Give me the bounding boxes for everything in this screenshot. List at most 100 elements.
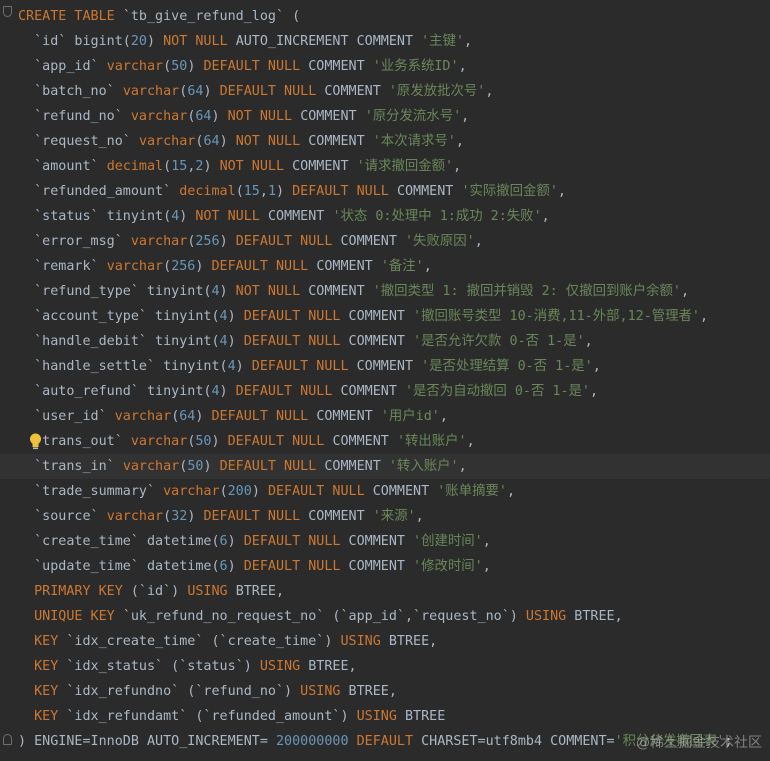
- code-editor[interactable]: ) ENGINE=InnoDB AUTO_INCREMENT= 20000000…: [0, 0, 770, 761]
- code-token: ,: [423, 259, 432, 274]
- number-token: 64: [195, 109, 212, 124]
- code-line[interactable]: `source` varchar(32) DEFAULT NULL COMMEN…: [0, 504, 770, 529]
- code-token: (`id`): [130, 584, 188, 599]
- code-token: `refunded_amount`: [18, 184, 180, 199]
- number-token: 20: [130, 34, 147, 49]
- keyword-token: varchar: [138, 134, 196, 149]
- keyword-token: USING: [259, 659, 309, 674]
- code-line[interactable]: `request_no` varchar(64) NOT NULL COMMEN…: [0, 129, 770, 154]
- keyword-token: DEFAULT NULL: [203, 59, 309, 74]
- keyword-token: USING: [356, 709, 405, 724]
- code-token: BTREE: [404, 709, 446, 724]
- code-line[interactable]: `user_id` varchar(64) DEFAULT NULL COMME…: [0, 404, 770, 429]
- code-line[interactable]: UNIQUE KEY `uk_refund_no_request_no` (`a…: [0, 604, 770, 629]
- code-token: ,: [464, 34, 473, 49]
- code-token: ,: [466, 434, 475, 449]
- code-token: COMMENT: [316, 259, 381, 274]
- keyword-token: DEFAULT NULL: [267, 484, 373, 499]
- fold-marker-end-icon[interactable]: [3, 734, 12, 745]
- keyword-token: DEFAULT NULL: [243, 309, 349, 324]
- code-token: COMMENT: [324, 459, 389, 474]
- keyword-token: DEFAULT NULL: [243, 334, 349, 349]
- code-token: `create_time` datetime(: [18, 534, 220, 549]
- code-token: ,: [700, 309, 709, 324]
- keyword-token: USING: [525, 609, 575, 624]
- code-token: COMMENT: [292, 159, 357, 174]
- number-token: 50: [171, 59, 188, 74]
- code-token: ): [195, 409, 212, 424]
- code-line[interactable]: PRIMARY KEY (`id`) USING BTREE,: [0, 579, 770, 604]
- code-line[interactable]: `trans_in` varchar(50) DEFAULT NULL COMM…: [0, 454, 770, 479]
- code-line[interactable]: `status` tinyint(4) NOT NULL COMMENT '状态…: [0, 204, 770, 229]
- code-line[interactable]: KEY `idx_refundno` (`refund_no`) USING B…: [0, 679, 770, 704]
- code-token: COMMENT: [308, 509, 373, 524]
- code-line[interactable]: `trade_summary` varchar(200) DEFAULT NUL…: [0, 479, 770, 504]
- keyword-token: varchar: [163, 484, 220, 499]
- lightbulb-icon[interactable]: [29, 433, 42, 450]
- code-line[interactable]: `app_id` varchar(50) DEFAULT NULL COMMEN…: [0, 54, 770, 79]
- code-token: `auto_refund` tinyint(: [18, 384, 212, 399]
- code-token: COMMENT: [348, 309, 414, 324]
- code-line[interactable]: `handle_debit` tinyint(4) DEFAULT NULL C…: [0, 329, 770, 354]
- code-token: COMMENT: [372, 484, 438, 499]
- code-line[interactable]: `refund_no` varchar(64) NOT NULL COMMENT…: [0, 104, 770, 129]
- code-token: ): [227, 559, 244, 574]
- code-line[interactable]: `remark` varchar(256) DEFAULT NULL COMME…: [0, 254, 770, 279]
- keyword-token: NOT NULL: [227, 109, 301, 124]
- number-token: 64: [203, 134, 220, 149]
- code-token: ,: [461, 109, 470, 124]
- code-line[interactable]: `update_time` datetime(6) DEFAULT NULL C…: [0, 554, 770, 579]
- code-token: `idx_refundamt` (`refunded_amount`): [66, 709, 357, 724]
- string-token: '备注': [380, 259, 424, 274]
- code-line[interactable]: KEY `idx_refundamt` (`refunded_amount`) …: [0, 704, 770, 729]
- code-token: ): [251, 484, 268, 499]
- number-token: 32: [171, 509, 188, 524]
- string-token: '来源': [372, 509, 416, 524]
- keyword-token: varchar: [130, 234, 188, 249]
- code-token: ,: [439, 409, 448, 424]
- code-line[interactable]: `handle_settle` tinyint(4) DEFAULT NULL …: [0, 354, 770, 379]
- code-token: ): [276, 184, 293, 199]
- fold-marker-icon[interactable]: [3, 6, 12, 17]
- code-line[interactable]: `auto_refund` tinyint(4) DEFAULT NULL CO…: [0, 379, 770, 404]
- code-token: (: [163, 159, 172, 174]
- string-token: '主键': [421, 34, 465, 49]
- keyword-token: DEFAULT NULL: [292, 184, 397, 199]
- number-token: 15: [243, 184, 260, 199]
- code-token: `update_time` datetime(: [18, 559, 220, 574]
- code-token: `request_no`: [18, 134, 139, 149]
- code-line[interactable]: `refunded_amount` decimal(15,1) DEFAULT …: [0, 179, 770, 204]
- code-line[interactable]: `error_msg` varchar(256) DEFAULT NULL CO…: [0, 229, 770, 254]
- code-token: `refund_type` tinyint(: [18, 284, 212, 299]
- code-line[interactable]: `amount` decimal(15,2) NOT NULL COMMENT …: [0, 154, 770, 179]
- code-line[interactable]: `create_time` datetime(6) DEFAULT NULL C…: [0, 529, 770, 554]
- code-token: COMMENT: [316, 409, 381, 424]
- code-line[interactable]: KEY `idx_status` (`status`) USING BTREE,: [0, 654, 770, 679]
- keyword-token: KEY: [34, 634, 67, 649]
- code-line[interactable]: `refund_type` tinyint(4) NOT NULL COMMEN…: [0, 279, 770, 304]
- code-line[interactable]: `account_type` tinyint(4) DEFAULT NULL C…: [0, 304, 770, 329]
- code-token: `uk_refund_no_request_no` (`app_id`,`req…: [122, 609, 526, 624]
- keyword-token: varchar: [114, 409, 172, 424]
- code-line[interactable]: `id` bigint(20) NOT NULL AUTO_INCREMENT …: [0, 29, 770, 54]
- number-token: 200: [227, 484, 252, 499]
- keyword-token: varchar: [106, 259, 164, 274]
- string-token: '实际撤回金额': [461, 184, 558, 199]
- code-token: `idx_create_time` (`create_time`): [66, 634, 341, 649]
- code-line[interactable]: KEY `idx_create_time` (`create_time`) US…: [0, 629, 770, 654]
- code-token: ,: [506, 484, 515, 499]
- code-line[interactable]: `batch_no` varchar(64) DEFAULT NULL COMM…: [0, 79, 770, 104]
- code-token: `remark`: [18, 259, 107, 274]
- code-line[interactable]: CREATE TABLE `tb_give_refund_log` (: [0, 4, 770, 29]
- watermark: @稀土掘金技术社区: [636, 735, 762, 751]
- code-token: (: [219, 484, 228, 499]
- code-line[interactable]: trans_out` varchar(50) DEFAULT NULL COMM…: [0, 429, 770, 454]
- string-token: '业务系统ID': [372, 59, 459, 74]
- keyword-token: CREATE TABLE: [18, 9, 123, 24]
- code-token: ,: [482, 559, 491, 574]
- keyword-token: KEY: [34, 659, 67, 674]
